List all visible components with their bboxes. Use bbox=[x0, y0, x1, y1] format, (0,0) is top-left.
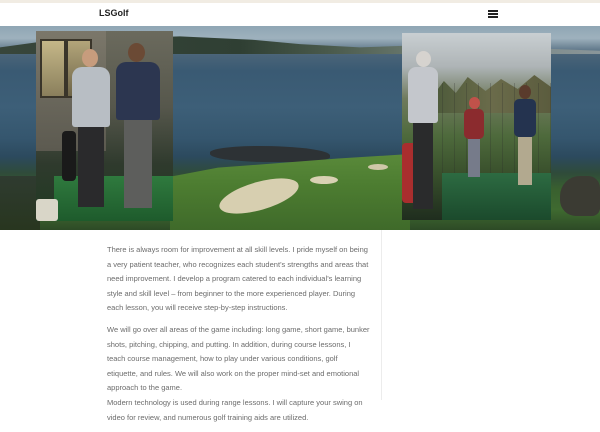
instructor-figure bbox=[408, 51, 438, 211]
head bbox=[469, 97, 480, 109]
torso bbox=[408, 67, 438, 123]
content-paragraph: We will go over all areas of the game in… bbox=[107, 324, 370, 393]
torso bbox=[464, 109, 484, 139]
legs bbox=[78, 127, 104, 207]
ball-basket bbox=[36, 199, 58, 221]
legs bbox=[518, 137, 532, 185]
menu-bar bbox=[488, 16, 498, 18]
student-figure bbox=[72, 49, 110, 209]
content-paragraph: Modern technology is used during range l… bbox=[107, 397, 363, 422]
legs bbox=[124, 120, 152, 208]
torso bbox=[514, 99, 536, 137]
hamburger-menu-icon[interactable] bbox=[487, 9, 499, 19]
shoreline-rocks bbox=[210, 146, 330, 162]
junior-student-figure bbox=[514, 85, 536, 185]
site-header: LSGolf bbox=[0, 3, 600, 26]
site-title-link[interactable]: LSGolf bbox=[99, 8, 129, 18]
coastline bbox=[0, 176, 40, 230]
lesson-photo-right bbox=[402, 33, 551, 220]
lesson-photo-left bbox=[36, 31, 173, 221]
clubhouse-window bbox=[40, 39, 66, 98]
head bbox=[128, 43, 145, 62]
content-paragraph: There is always room for improvement at … bbox=[107, 245, 369, 313]
instructor-figure bbox=[116, 43, 160, 209]
main-content: There is always room for improvement at … bbox=[107, 243, 370, 432]
sand-bunker bbox=[368, 164, 388, 170]
head bbox=[519, 85, 531, 99]
sidebar-divider bbox=[381, 230, 382, 400]
sand-bunker bbox=[310, 176, 338, 184]
legs bbox=[468, 139, 480, 177]
junior-student-figure bbox=[464, 97, 484, 177]
legs bbox=[413, 123, 433, 209]
shoreline-rocks bbox=[560, 176, 600, 216]
head bbox=[416, 51, 431, 67]
head bbox=[82, 49, 98, 67]
torso bbox=[116, 62, 160, 120]
menu-bar bbox=[488, 13, 498, 15]
menu-bar bbox=[488, 10, 498, 12]
hero-image bbox=[0, 26, 600, 230]
torso bbox=[72, 67, 110, 127]
